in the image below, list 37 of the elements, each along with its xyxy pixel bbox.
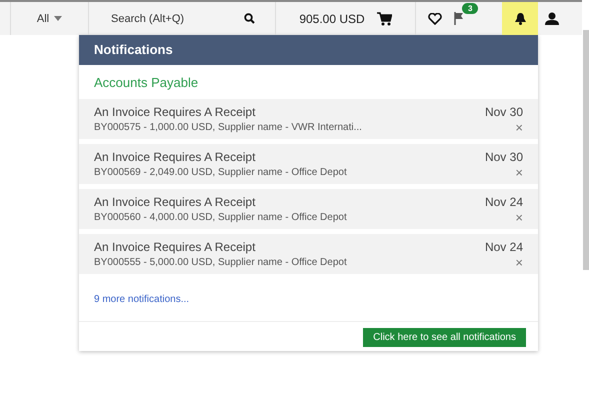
notification-date: Nov 24 xyxy=(484,240,523,254)
notification-detail: BY000575 - 1,000.00 USD, Supplier name - VWR Internati... xyxy=(94,122,362,133)
dismiss-button[interactable]: × xyxy=(515,257,523,269)
notification-title: An Invoice Requires A Receipt xyxy=(94,240,256,254)
user-icon[interactable] xyxy=(545,12,559,25)
dismiss-button[interactable]: × xyxy=(515,122,523,134)
notification-date: Nov 24 xyxy=(484,195,523,209)
notification-date: Nov 30 xyxy=(484,105,523,119)
see-all-button[interactable]: Click here to see all notifications xyxy=(363,328,526,347)
scrollbar[interactable] xyxy=(583,30,589,270)
notification-title: An Invoice Requires A Receipt xyxy=(94,105,256,119)
more-notifications-link[interactable]: 9 more notifications... xyxy=(94,294,190,305)
panel-title: Notifications xyxy=(79,35,538,65)
dismiss-button[interactable]: × xyxy=(515,167,523,179)
notification-item[interactable]: An Invoice Requires A Receipt BY000555 - 5,000.00 USD, Supplier name - Office Depot Nov 24 × xyxy=(79,234,538,274)
notification-item[interactable]: An Invoice Requires A Receipt BY000560 - 4,000.00 USD, Supplier name - Office Depot Nov 24 × xyxy=(79,189,538,229)
cart-icon[interactable] xyxy=(376,12,392,26)
scope-dropdown[interactable]: All xyxy=(30,12,68,26)
heart-icon[interactable] xyxy=(428,12,442,24)
flag-icon[interactable] xyxy=(454,12,464,25)
notification-detail: BY000560 - 4,000.00 USD, Supplier name - Office Depot xyxy=(94,212,347,223)
notification-detail: BY000569 - 2,049.00 USD, Supplier name - Office Depot xyxy=(94,167,347,178)
dismiss-button[interactable]: × xyxy=(515,212,523,224)
notification-date: Nov 30 xyxy=(484,150,523,164)
notification-item[interactable]: An Invoice Requires A Receipt BY000575 - 1,000.00 USD, Supplier name - VWR Internati... Nov 30 × xyxy=(79,99,538,139)
section-heading: Accounts Payable xyxy=(93,74,200,92)
bell-icon xyxy=(514,12,526,25)
search-field[interactable]: Search (Alt+Q) xyxy=(109,12,223,26)
notification-detail: BY000555 - 5,000.00 USD, Supplier name - Office Depot xyxy=(94,257,347,268)
search-icon[interactable] xyxy=(244,13,255,24)
bell-button[interactable] xyxy=(502,2,538,35)
flag-badge: 3 xyxy=(462,3,478,14)
notification-item[interactable]: An Invoice Requires A Receipt BY000569 - 2,049.00 USD, Supplier name - Office Depot Nov 30 × xyxy=(79,144,538,184)
notification-title: An Invoice Requires A Receipt xyxy=(94,150,256,164)
notification-title: An Invoice Requires A Receipt xyxy=(94,195,256,209)
caret-icon xyxy=(54,16,62,21)
cart-total: 905.00 USD xyxy=(299,12,365,26)
